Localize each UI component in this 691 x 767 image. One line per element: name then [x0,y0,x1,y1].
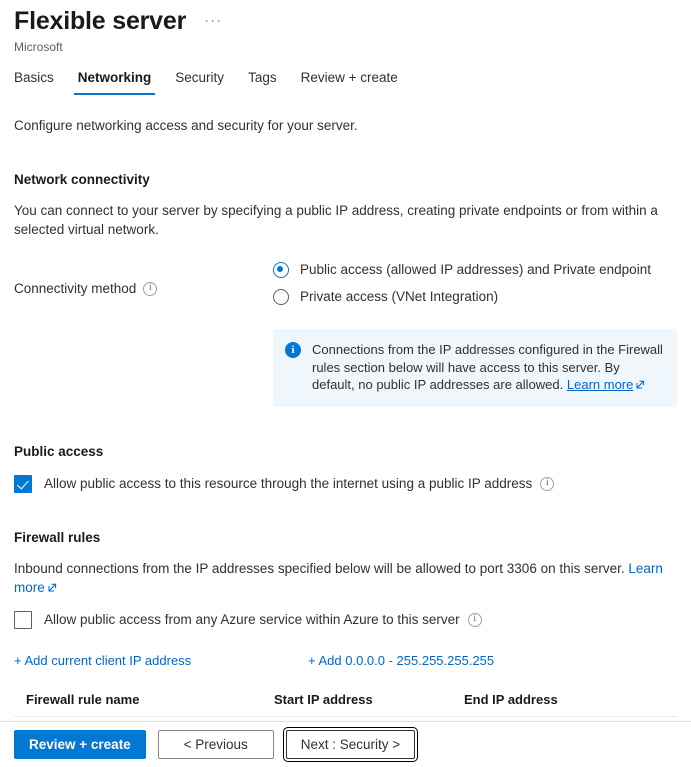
flexible-server-networking-page: Flexible server ··· Microsoft Basics Net… [0,0,691,767]
tab-security[interactable]: Security [163,65,236,95]
column-header-rule-name: Firewall rule name [26,692,274,707]
radio-indicator-private-access[interactable] [273,289,289,305]
radio-indicator-public-access[interactable] [273,262,289,278]
azure-services-checkbox-row[interactable]: Allow public access from any Azure servi… [14,611,677,629]
external-link-icon [636,380,645,389]
azure-services-checkbox-label-group: Allow public access from any Azure servi… [44,611,482,629]
public-access-checkbox[interactable] [14,475,32,493]
connectivity-method-label-group: Connectivity method i [14,261,273,315]
connectivity-info-text: Connections from the IP addresses config… [312,341,664,394]
add-all-ip-range-link[interactable]: + Add 0.0.0.0 - 255.255.255.255 [308,653,494,668]
external-link-icon [48,583,57,592]
network-connectivity-description: You can connect to your server by specif… [14,201,677,239]
azure-services-checkbox-label: Allow public access from any Azure servi… [44,611,460,629]
public-access-checkbox-label: Allow public access to this resource thr… [44,475,532,493]
column-header-start-ip: Start IP address [274,692,464,707]
firewall-table-header-row: Firewall rule name Start IP address End … [14,692,677,717]
connectivity-method-label: Connectivity method [14,281,136,296]
firewall-rules-description-group: Inbound connections from the IP addresse… [14,559,677,597]
tab-tags[interactable]: Tags [236,65,289,95]
previous-button[interactable]: < Previous [158,730,274,759]
page-body: Configure networking access and security… [0,117,691,751]
add-current-client-ip-link[interactable]: + Add current client IP address [14,653,308,668]
page-title: Flexible server [14,6,186,36]
more-options-icon[interactable]: ··· [204,14,222,28]
firewall-rules-description: Inbound connections from the IP addresse… [14,561,628,576]
info-circle-icon[interactable]: i [468,613,482,627]
radio-label-private-access: Private access (VNet Integration) [300,288,498,306]
column-header-end-ip: End IP address [464,692,654,707]
page-subtitle: Microsoft [14,39,691,55]
info-circle-icon[interactable]: i [143,282,157,296]
title-row: Flexible server ··· [14,6,691,36]
add-ip-links-row: + Add current client IP address + Add 0.… [14,653,677,668]
next-security-button[interactable]: Next : Security > [286,730,415,759]
connectivity-info-box: i Connections from the IP addresses conf… [273,329,677,407]
review-create-button[interactable]: Review + create [14,730,146,759]
firewall-rules-heading: Firewall rules [14,529,677,547]
connectivity-method-row: Connectivity method i Public access (all… [14,261,677,315]
public-access-checkbox-row[interactable]: Allow public access to this resource thr… [14,475,677,493]
info-box-learn-more-link[interactable]: Learn more [567,377,633,392]
tab-basics[interactable]: Basics [14,65,66,95]
tab-review-create[interactable]: Review + create [289,65,410,95]
page-header: Flexible server ··· Microsoft [0,0,691,55]
info-filled-icon: i [285,342,301,358]
azure-services-checkbox[interactable] [14,611,32,629]
radio-private-access[interactable]: Private access (VNet Integration) [273,288,677,306]
wizard-footer: Review + create < Previous Next : Securi… [0,721,691,767]
network-connectivity-heading: Network connectivity [14,171,677,189]
tab-networking[interactable]: Networking [66,65,164,95]
radio-label-public-access: Public access (allowed IP addresses) and… [300,261,651,279]
page-intro-text: Configure networking access and security… [14,117,677,135]
public-access-heading: Public access [14,443,677,461]
info-circle-icon[interactable]: i [540,477,554,491]
wizard-tabs: Basics Networking Security Tags Review +… [0,65,691,95]
public-access-checkbox-label-group: Allow public access to this resource thr… [44,475,554,493]
radio-public-access[interactable]: Public access (allowed IP addresses) and… [273,261,677,279]
connectivity-method-options: Public access (allowed IP addresses) and… [273,261,677,315]
